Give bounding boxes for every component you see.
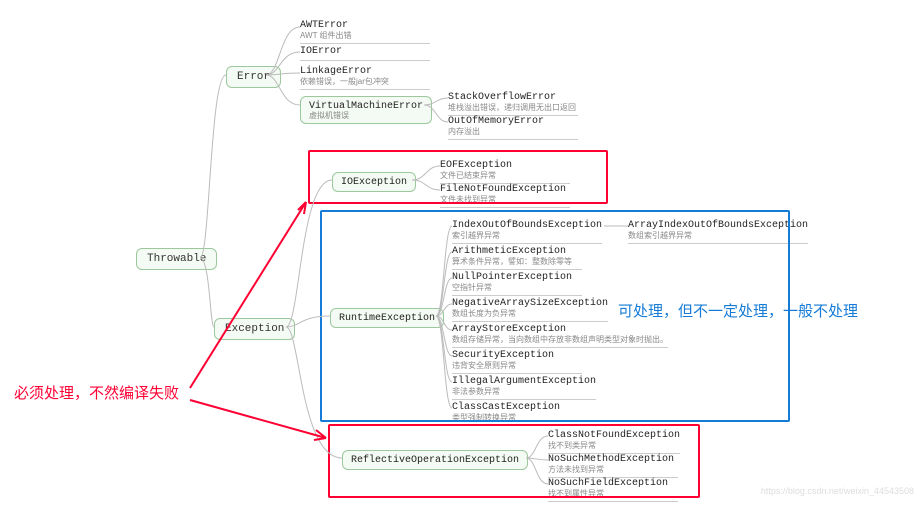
watermark: https://blog.csdn.net/weixin_44543508: [761, 486, 914, 496]
error-leaf-1: IOError: [300, 44, 430, 64]
annotation-blue: 可处理，但不一定处理，一般不处理: [618, 300, 858, 321]
annotation-red: 必须处理，不然编译失败: [14, 382, 179, 403]
node-vm-error[interactable]: VirtualMachineError虚拟机错误: [300, 96, 432, 124]
node-exception[interactable]: Exception: [214, 318, 295, 340]
label: Exception: [225, 323, 284, 335]
node-error[interactable]: Error: [226, 66, 281, 88]
highlight-io-red: [308, 150, 608, 204]
label: Error: [237, 71, 270, 83]
error-leaf-0: AWTErrorAWT 组件出错: [300, 18, 430, 47]
error-leaf-2: LinkageError依赖错误，一般jar包冲突: [300, 64, 430, 93]
label: Throwable: [147, 253, 206, 265]
highlight-reflect-red: [328, 424, 700, 498]
node-throwable[interactable]: Throwable: [136, 248, 217, 270]
vm-leaf-1: OutOfMemoryError内存溢出: [448, 114, 578, 143]
